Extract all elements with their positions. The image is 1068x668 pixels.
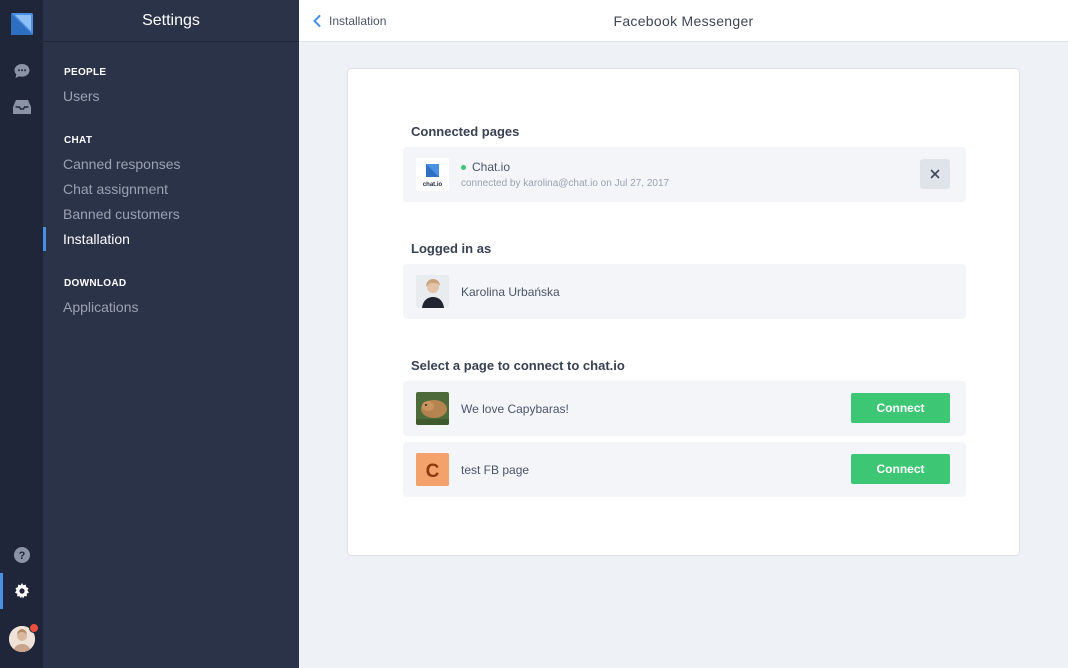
page-name: We love Capybaras! <box>461 401 569 416</box>
chatio-logo[interactable] <box>11 13 33 35</box>
sidebar-item-users[interactable]: Users <box>43 84 299 108</box>
sidebar-item-chat-assignment[interactable]: Chat assignment <box>43 177 299 201</box>
sidebar-item-canned-responses[interactable]: Canned responses <box>43 152 299 176</box>
chatio-logo-text: chat.io <box>423 182 443 188</box>
messenger-card: Connected pages chat.io Chat.io connecte… <box>347 68 1020 556</box>
connected-page-label: Chat.io <box>472 160 511 174</box>
capybara-page-photo <box>416 392 449 425</box>
section-heading-download: DOWNLOAD <box>64 278 127 289</box>
connect-button[interactable]: Connect <box>851 393 950 423</box>
help-icon: ? <box>13 547 30 563</box>
user-photo <box>416 275 449 308</box>
logged-in-user-name: Karolina Urbańska <box>461 284 560 299</box>
chat-icon <box>14 64 29 78</box>
help-nav-button[interactable]: ? <box>0 537 43 573</box>
chevron-left-icon <box>313 15 321 27</box>
page-row-capybaras: We love Capybaras! Connect <box>403 381 966 436</box>
logged-in-row: Karolina Urbańska <box>403 264 966 319</box>
online-status-dot <box>461 164 466 170</box>
settings-icon <box>14 583 29 599</box>
test-page-initial: C <box>426 461 440 482</box>
logged-in-title: Logged in as <box>411 241 492 256</box>
section-heading-chat: CHAT <box>64 135 93 146</box>
chatio-page-logo: chat.io <box>416 158 449 191</box>
connected-page-name: Chat.io <box>461 160 510 174</box>
disconnect-button[interactable] <box>920 159 950 189</box>
icon-rail: ? <box>0 0 43 668</box>
settings-sidebar: Settings PEOPLE Users CHAT Canned respon… <box>43 0 299 668</box>
svg-text:?: ? <box>18 550 25 562</box>
notification-badge <box>29 623 39 633</box>
chats-nav-button[interactable] <box>0 53 43 89</box>
inbox-icon <box>12 100 31 114</box>
sidebar-item-applications[interactable]: Applications <box>43 295 299 319</box>
close-icon <box>930 169 940 179</box>
section-heading-people: PEOPLE <box>64 67 107 78</box>
top-bar: Facebook Messenger Installation <box>299 0 1068 42</box>
sidebar-title: Settings <box>43 0 299 42</box>
settings-nav-button[interactable] <box>0 573 43 609</box>
connected-page-row: chat.io Chat.io connected by karolina@ch… <box>403 147 966 202</box>
connected-pages-title: Connected pages <box>411 124 520 139</box>
page-row-test-fb: C test FB page Connect <box>403 442 966 497</box>
select-page-title: Select a page to connect to chat.io <box>411 358 625 373</box>
sidebar-item-banned-customers[interactable]: Banned customers <box>43 202 299 226</box>
connect-button[interactable]: Connect <box>851 454 950 484</box>
connected-page-subtitle: connected by karolina@chat.io on Jul 27,… <box>461 178 670 189</box>
page-title: Facebook Messenger <box>613 13 754 29</box>
test-page-avatar: C <box>416 453 449 486</box>
sidebar-item-installation[interactable]: Installation <box>43 227 299 251</box>
page-name: test FB page <box>461 462 530 477</box>
back-link-label: Installation <box>329 14 387 28</box>
back-link[interactable]: Installation <box>313 0 386 42</box>
inbox-nav-button[interactable] <box>0 89 43 125</box>
